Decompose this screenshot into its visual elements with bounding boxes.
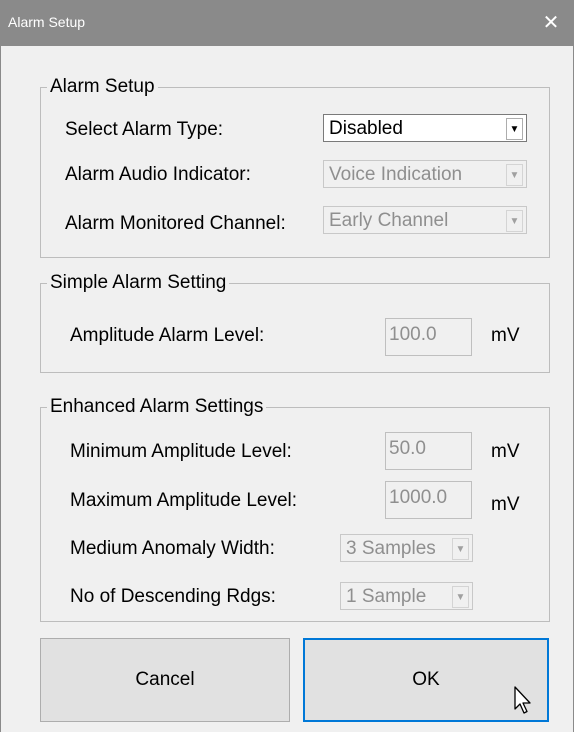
maximum-amplitude-level-label: Maximum Amplitude Level: — [70, 490, 298, 511]
alarm-type-value: Disabled — [329, 118, 403, 139]
close-icon[interactable]: ✕ — [528, 0, 574, 46]
minimum-amplitude-level-label: Minimum Amplitude Level: — [70, 441, 292, 462]
ok-button[interactable]: OK — [303, 638, 549, 722]
window-title: Alarm Setup — [8, 14, 86, 30]
maximum-amplitude-level-field[interactable]: 1000.0 — [385, 481, 472, 519]
descending-rdgs-label: No of Descending Rdgs: — [70, 586, 276, 607]
chevron-down-icon[interactable]: ▼ — [506, 164, 523, 186]
alarm-audio-indicator-value: Voice Indication — [329, 164, 463, 185]
alarm-monitored-channel-label: Alarm Monitored Channel: — [65, 213, 286, 234]
alarm-setup-legend: Alarm Setup — [50, 76, 155, 97]
descending-rdgs-select[interactable]: 1 Sample ▼ — [340, 582, 473, 610]
alarm-monitored-channel-value: Early Channel — [329, 210, 449, 231]
title-bar[interactable]: Alarm Setup ✕ — [0, 0, 574, 46]
amplitude-alarm-level-value: 100.0 — [389, 324, 437, 345]
cancel-button[interactable]: Cancel — [40, 638, 290, 722]
chevron-down-icon[interactable]: ▼ — [506, 210, 523, 232]
simple-alarm-group: Simple Alarm Setting — [40, 272, 550, 373]
alarm-monitored-channel-select[interactable]: Early Channel ▼ — [323, 206, 527, 234]
amplitude-alarm-level-label: Amplitude Alarm Level: — [70, 325, 265, 346]
minimum-amplitude-level-unit: mV — [491, 441, 520, 462]
amplitude-alarm-level-unit: mV — [491, 325, 520, 346]
select-alarm-type-label: Select Alarm Type: — [65, 119, 224, 140]
amplitude-alarm-level-field[interactable]: 100.0 — [385, 318, 472, 356]
chevron-down-icon[interactable]: ▼ — [452, 586, 469, 608]
minimum-amplitude-level-value: 50.0 — [389, 438, 426, 459]
medium-anomaly-width-select[interactable]: 3 Samples ▼ — [340, 534, 473, 562]
enhanced-alarm-legend: Enhanced Alarm Settings — [50, 396, 264, 417]
mouse-pointer-icon — [514, 686, 531, 714]
alarm-audio-indicator-label: Alarm Audio Indicator: — [65, 164, 251, 185]
minimum-amplitude-level-field[interactable]: 50.0 — [385, 432, 472, 470]
maximum-amplitude-level-unit: mV — [491, 494, 520, 515]
alarm-type-select[interactable]: Disabled ▼ — [323, 114, 527, 142]
medium-anomaly-width-value: 3 Samples — [346, 538, 436, 559]
medium-anomaly-width-label: Medium Anomaly Width: — [70, 538, 275, 559]
chevron-down-icon[interactable]: ▼ — [506, 118, 523, 140]
simple-alarm-legend: Simple Alarm Setting — [50, 272, 227, 293]
maximum-amplitude-level-value: 1000.0 — [389, 487, 448, 508]
window-border-left — [0, 46, 1, 732]
chevron-down-icon[interactable]: ▼ — [452, 538, 469, 560]
alarm-audio-indicator-select[interactable]: Voice Indication ▼ — [323, 160, 527, 188]
descending-rdgs-value: 1 Sample — [346, 586, 427, 607]
